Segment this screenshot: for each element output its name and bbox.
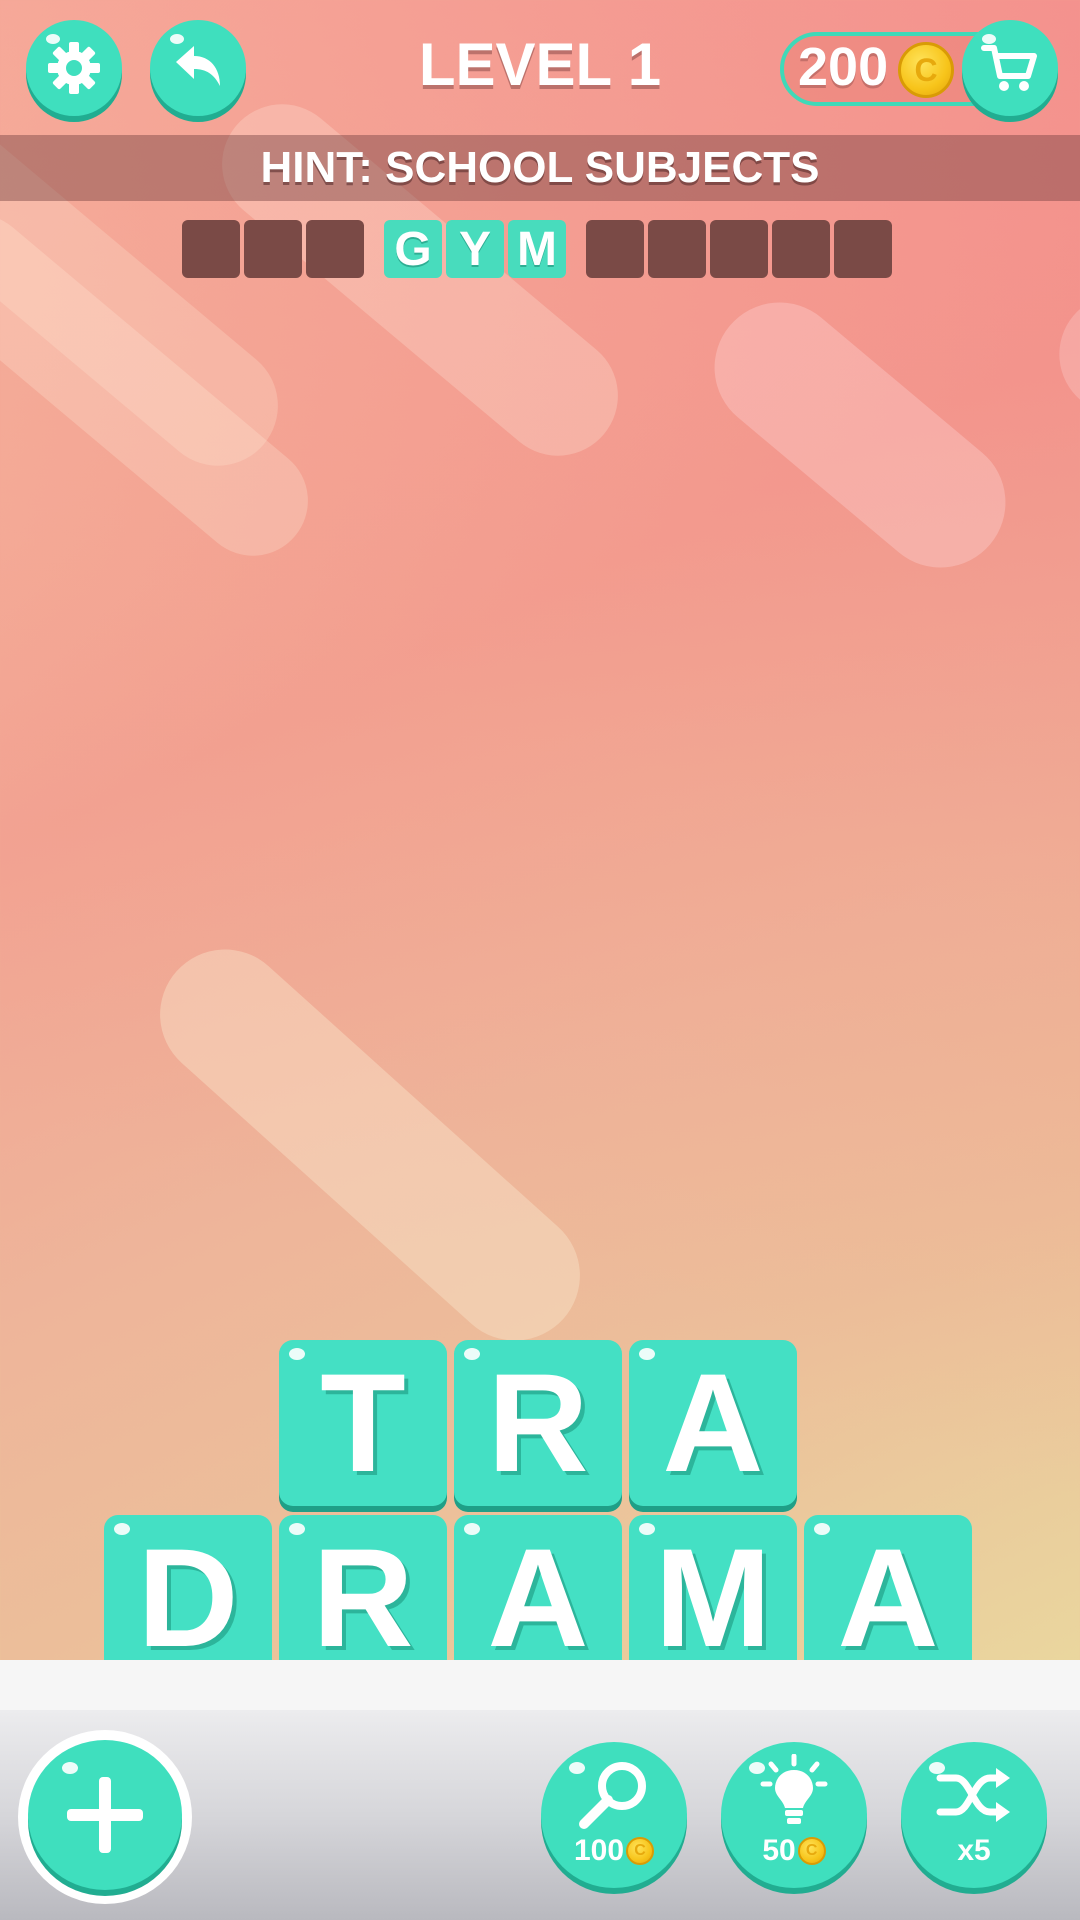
answer-slot	[772, 220, 830, 278]
hint-bar: HINT: SCHOOL SUBJECTS	[0, 135, 1080, 201]
settings-button[interactable]	[26, 20, 122, 116]
level-title: LEVEL 1	[418, 31, 662, 98]
shop-button[interactable]	[962, 20, 1058, 116]
answer-slot-filled: M	[508, 220, 566, 278]
letter-tile[interactable]: R	[279, 1515, 447, 1681]
answer-slot	[586, 220, 644, 278]
answer-slot	[648, 220, 706, 278]
add-button[interactable]	[28, 1740, 182, 1890]
hint-cost: 50 C	[721, 1834, 867, 1868]
coin-icon: C	[898, 42, 954, 98]
back-button[interactable]	[150, 20, 246, 116]
letter-tile[interactable]: M	[629, 1515, 797, 1681]
reveal-cost: 100 C	[541, 1834, 687, 1868]
answer-slot-filled: Y	[446, 220, 504, 278]
floor	[0, 1660, 1080, 1710]
letter-tile[interactable]: D	[104, 1515, 272, 1681]
hint-button[interactable]: 50 C	[721, 1742, 867, 1888]
letter-tile[interactable]: T	[279, 1340, 447, 1506]
answer-slot	[244, 220, 302, 278]
gear-icon	[48, 42, 100, 94]
letter-tile[interactable]: A	[629, 1340, 797, 1506]
shuffle-count: x5	[957, 1834, 991, 1867]
cart-icon	[981, 45, 1037, 91]
answer-slot-filled: G	[384, 220, 442, 278]
coin-icon: C	[797, 1837, 826, 1865]
answer-slot	[710, 220, 768, 278]
answer-slot	[306, 220, 364, 278]
shuffle-button[interactable]: x5	[901, 1742, 1047, 1888]
undo-arrow-icon	[176, 46, 220, 86]
coin-icon: C	[626, 1837, 655, 1865]
hint-text: HINT: SCHOOL SUBJECTS	[260, 143, 820, 192]
answer-slot	[182, 220, 240, 278]
plus-icon	[67, 1777, 143, 1853]
letter-tile[interactable]: A	[804, 1515, 972, 1681]
magnifier-icon	[579, 1762, 646, 1829]
letter-tile[interactable]: R	[454, 1340, 622, 1506]
answer-slot	[834, 220, 892, 278]
reveal-letter-button[interactable]: 100 C	[541, 1742, 687, 1888]
letter-tile[interactable]: A	[454, 1515, 622, 1681]
coin-amount: 200	[798, 37, 889, 97]
lightbulb-icon	[760, 1754, 828, 1824]
shuffle-icon	[936, 1768, 1010, 1822]
answer-slots: G Y M	[182, 220, 896, 278]
